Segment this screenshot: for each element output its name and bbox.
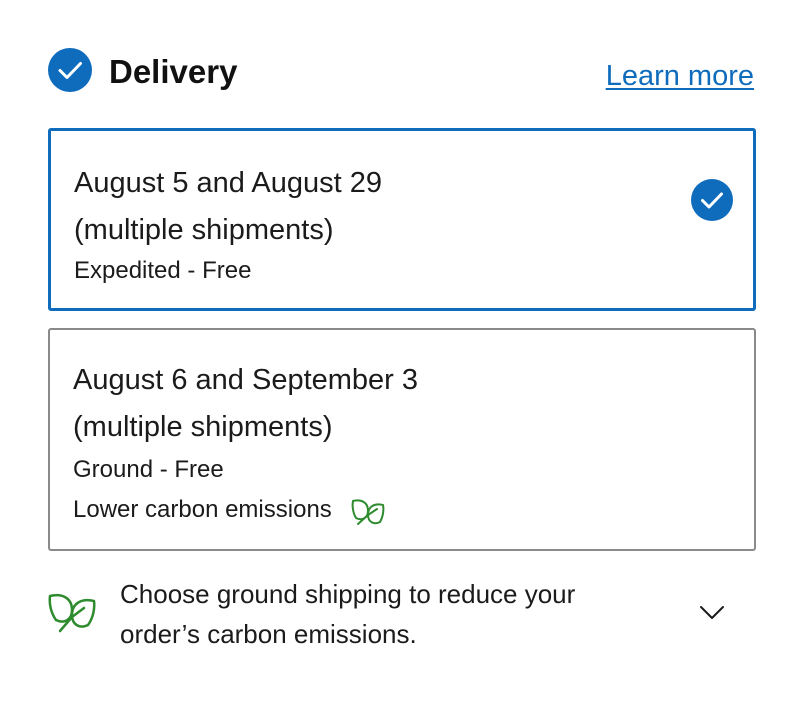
leaf-icon <box>351 499 385 525</box>
carbon-note-label: Lower carbon emissions <box>73 496 332 523</box>
learn-more-link[interactable]: Learn more <box>606 56 754 96</box>
check-circle-icon <box>48 48 92 92</box>
carbon-tip-line: Choose ground shipping to reduce your <box>120 579 576 609</box>
check-circle-icon <box>691 179 733 221</box>
carbon-tip-line: order’s carbon emissions. <box>120 619 417 649</box>
delivery-date: August 6 and September 3 <box>73 364 419 396</box>
delivery-option-ground[interactable]: August 6 and September 3 (multiple shipm… <box>48 328 756 551</box>
delivery-option-expedited[interactable]: August 5 and August 29 (multiple shipmen… <box>48 128 756 311</box>
section-title: Delivery <box>109 53 238 90</box>
carbon-tip-expander[interactable]: Choose ground shipping to reduce your or… <box>48 572 756 656</box>
carbon-tip-text: Choose ground shipping to reduce your or… <box>120 574 660 654</box>
delivery-shipments-note: (multiple shipments) <box>73 411 333 443</box>
carbon-note: Lower carbon emissions <box>73 490 386 530</box>
delivery-method: Ground - Free <box>73 456 224 483</box>
delivery-date: August 5 and August 29 <box>74 167 382 199</box>
delivery-header: Delivery Learn more <box>48 48 756 96</box>
leaf-icon <box>48 593 96 633</box>
delivery-method: Expedited - Free <box>74 257 252 284</box>
chevron-down-icon[interactable] <box>699 601 725 623</box>
delivery-shipments-note: (multiple shipments) <box>74 214 334 246</box>
